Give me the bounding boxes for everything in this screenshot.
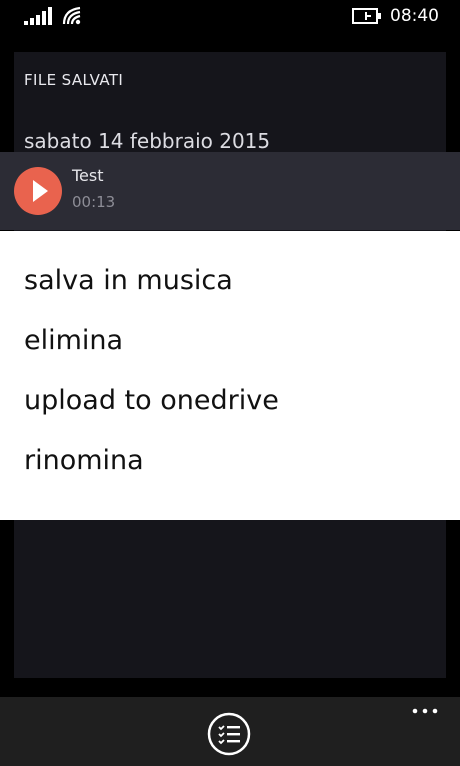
select-list-icon[interactable] bbox=[207, 712, 251, 756]
battery-charging-icon bbox=[352, 8, 381, 24]
signal-strength-icon bbox=[24, 7, 52, 25]
context-menu: salva in musica elimina upload to onedri… bbox=[0, 231, 460, 520]
wifi-icon bbox=[62, 6, 81, 25]
status-bar: 08:40 bbox=[0, 0, 460, 34]
recording-title: Test bbox=[72, 166, 104, 185]
date-header: sabato 14 febbraio 2015 bbox=[24, 129, 271, 153]
clock: 08:40 bbox=[390, 6, 439, 26]
play-icon bbox=[33, 180, 48, 202]
menu-item-save-to-music[interactable]: salva in musica bbox=[24, 265, 233, 296]
recording-duration: 00:13 bbox=[72, 193, 116, 211]
menu-item-delete[interactable]: elimina bbox=[24, 325, 123, 356]
menu-item-rename[interactable]: rinomina bbox=[24, 445, 144, 476]
section-title: FILE SALVATI bbox=[24, 71, 124, 89]
recording-list-item[interactable] bbox=[0, 152, 460, 230]
more-options-icon[interactable] bbox=[410, 704, 440, 718]
menu-item-upload-onedrive[interactable]: upload to onedrive bbox=[24, 385, 279, 416]
play-button[interactable] bbox=[14, 167, 62, 215]
